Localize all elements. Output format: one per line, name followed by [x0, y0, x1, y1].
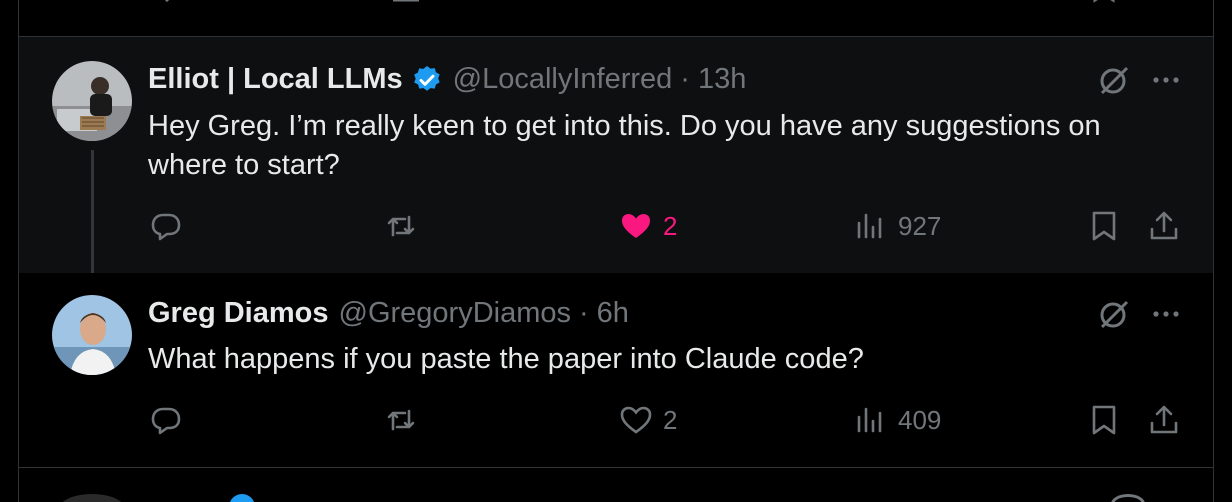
user-avatar-photo-icon: [52, 61, 132, 141]
user-avatar-photo-icon: [52, 295, 132, 375]
separator-dot: ·: [579, 297, 589, 329]
share-button[interactable]: [1147, 403, 1181, 437]
user-handle[interactable]: @GregoryDiamos: [339, 297, 572, 330]
reply-icon: [151, 407, 181, 435]
thread-connector-line: [91, 150, 94, 287]
like-button[interactable]: 2: [619, 209, 677, 243]
divider: [19, 467, 1213, 468]
avatar[interactable]: [52, 61, 132, 141]
share-icon: [1150, 405, 1178, 434]
avatar: [59, 494, 125, 502]
views-icon[interactable]: [854, 0, 884, 8]
tweet-reply-greg[interactable]: Greg Diamos @GregoryDiamos · 6h What hap…: [19, 273, 1213, 467]
more-options-icon[interactable]: [1149, 63, 1183, 97]
heart-filled-icon: [622, 214, 650, 238]
tweet-reply-elliot[interactable]: Elliot | Local LLMs @LocallyInferred · 1…: [19, 37, 1213, 273]
tweet-actions: 2 927: [19, 209, 1213, 249]
reply-icon[interactable]: [154, 0, 194, 8]
verified-badge-icon[interactable]: [411, 64, 443, 96]
previous-tweet-actions: [19, 0, 1213, 12]
retweet-icon: [387, 409, 415, 431]
like-icon[interactable]: [622, 0, 652, 8]
retweet-button[interactable]: [384, 403, 418, 437]
tweet-actions: 2 409: [19, 403, 1213, 443]
share-button[interactable]: [1147, 209, 1181, 243]
views-button[interactable]: 409: [854, 403, 941, 437]
display-name[interactable]: Greg Diamos: [148, 297, 329, 330]
tweet-header: Greg Diamos @GregoryDiamos · 6h: [148, 297, 629, 330]
views-count: 409: [898, 404, 942, 435]
like-button[interactable]: 2: [619, 403, 677, 437]
avatar[interactable]: [52, 295, 132, 375]
retweet-button[interactable]: [384, 209, 418, 243]
tweet-header: Elliot | Local LLMs @LocallyInferred · 1…: [148, 63, 746, 96]
bookmark-icon[interactable]: [1089, 0, 1119, 8]
reply-button[interactable]: [149, 209, 183, 243]
bookmark-icon: [1092, 405, 1116, 435]
separator-dot: ·: [680, 63, 690, 95]
grok-icon: [1111, 494, 1145, 502]
tweet-text: Hey Greg. I’m really keen to get into th…: [148, 110, 1101, 181]
timestamp[interactable]: 13h: [698, 63, 746, 96]
user-handle[interactable]: @LocallyInferred: [453, 63, 673, 96]
display-name[interactable]: Elliot | Local LLMs: [148, 63, 403, 96]
reply-icon: [151, 213, 181, 241]
share-icon[interactable]: [1149, 0, 1179, 8]
views-count: 927: [898, 210, 942, 241]
like-count: 2: [663, 210, 678, 241]
views-button[interactable]: 927: [854, 209, 941, 243]
like-count: 2: [663, 404, 678, 435]
bookmark-button[interactable]: [1087, 403, 1121, 437]
views-icon: [857, 213, 882, 239]
retweet-icon[interactable]: [384, 0, 424, 8]
tweet-text: What happens if you paste the paper into…: [148, 343, 864, 375]
reply-button[interactable]: [149, 403, 183, 437]
retweet-icon: [387, 215, 415, 237]
verified-badge-icon: [229, 494, 255, 502]
more-options-icon[interactable]: [1149, 297, 1183, 331]
next-tweet-peek: [19, 490, 1213, 502]
bookmark-button[interactable]: [1087, 209, 1121, 243]
grok-icon[interactable]: [1097, 63, 1131, 97]
views-icon: [857, 407, 882, 433]
grok-icon[interactable]: [1097, 297, 1131, 331]
heart-outline-icon: [620, 406, 652, 434]
bookmark-icon: [1092, 211, 1116, 241]
share-icon: [1150, 211, 1178, 240]
timestamp[interactable]: 6h: [597, 297, 629, 330]
timeline-column: Elliot | Local LLMs @LocallyInferred · 1…: [18, 0, 1214, 502]
